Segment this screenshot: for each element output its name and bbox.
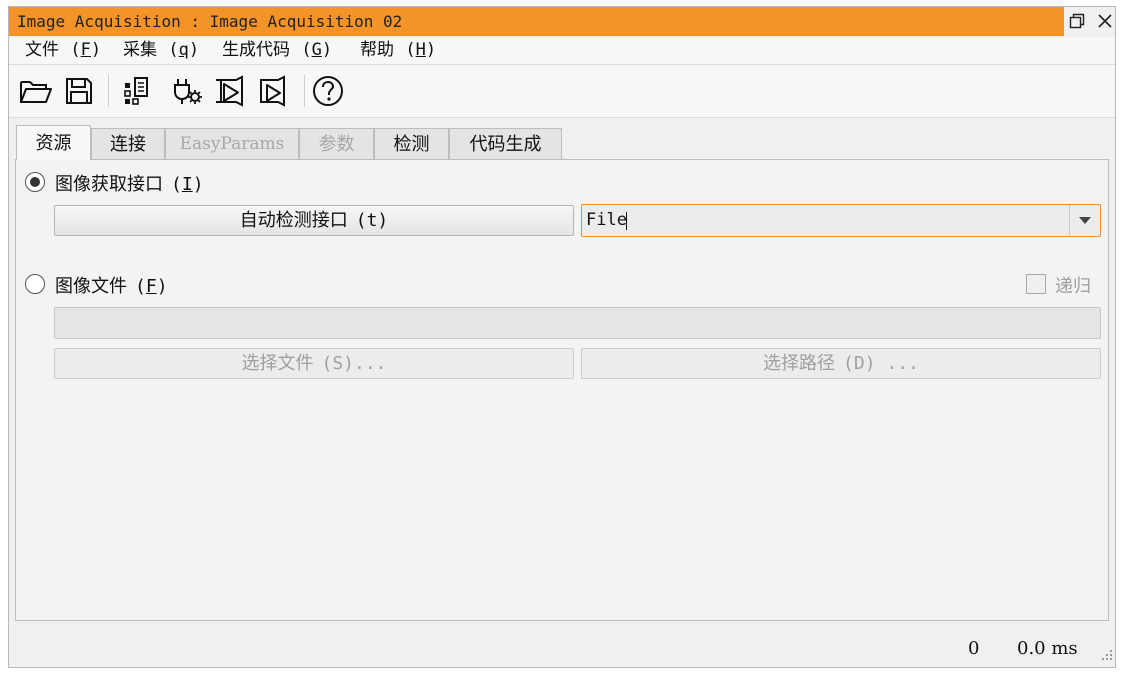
open-folder-icon[interactable] (16, 71, 56, 111)
toolbar-separator (304, 75, 305, 107)
text-caret (626, 212, 627, 230)
menu-file-mnemonic: (F) (70, 40, 102, 60)
image-file-radio[interactable] (25, 274, 45, 294)
menu-generate-code-mnemonic: (G) (301, 40, 333, 60)
restore-icon[interactable] (1064, 8, 1090, 34)
tab-easyparams: EasyParams (165, 128, 299, 159)
status-time: 0.0 ms (1017, 638, 1078, 659)
status-count: 0 (968, 638, 980, 659)
tab-connection[interactable]: 连接 (91, 128, 165, 159)
recursive-label: 递归 (1055, 276, 1091, 297)
menu-help-label: 帮助 (360, 40, 394, 60)
window-title: Image Acquisition : Image Acquisition 02 (9, 7, 1064, 36)
plugin-settings-icon[interactable] (167, 71, 207, 111)
menu-acquire-label: 采集 (123, 40, 157, 60)
menu-acquire[interactable]: 采集 (q) (123, 37, 199, 64)
save-icon[interactable] (59, 71, 99, 111)
toolbar (9, 65, 1115, 118)
menu-generate-code-label: 生成代码 (222, 40, 290, 60)
play-snapshot-icon[interactable] (211, 71, 251, 111)
tab-code-generation[interactable]: 代码生成 (449, 128, 562, 159)
interface-label: 图像获取接口 (I) (55, 174, 204, 195)
tab-inspect[interactable]: 检测 (374, 128, 449, 159)
record-snapshot-icon[interactable] (255, 71, 295, 111)
autodetect-interface-button[interactable]: 自动检测接口 (t) (54, 205, 574, 236)
chevron-down-icon[interactable] (1069, 205, 1100, 236)
menu-generate-code[interactable]: 生成代码 (G) (222, 37, 332, 64)
image-file-path-input (54, 307, 1101, 339)
interface-radio[interactable] (25, 172, 45, 192)
connection-list-icon[interactable] (115, 71, 155, 111)
menu-acquire-mnemonic: (q) (168, 40, 200, 60)
recursive-checkbox[interactable] (1026, 274, 1046, 294)
toolbar-separator (108, 75, 109, 107)
resize-grip-icon[interactable] (1098, 646, 1114, 666)
interface-combo-value: File (586, 210, 627, 230)
interface-combo[interactable]: File (581, 204, 1101, 237)
close-icon[interactable] (1092, 8, 1118, 34)
tab-source[interactable]: 资源 (16, 125, 91, 160)
help-icon[interactable] (308, 71, 348, 111)
select-file-button: 选择文件 (S)... (54, 348, 574, 379)
menu-help-mnemonic: (H) (405, 40, 437, 60)
image-file-label: 图像文件 (F) (55, 276, 168, 297)
menu-bar: 文件 (F) 采集 (q) 生成代码 (G) 帮助 (H) (9, 37, 1115, 65)
menu-file[interactable]: 文件 (F) (25, 37, 101, 64)
menu-help[interactable]: 帮助 (H) (360, 37, 436, 64)
select-path-button: 选择路径 (D) ... (581, 348, 1101, 379)
menu-file-label: 文件 (25, 40, 59, 60)
tab-parameters: 参数 (299, 128, 374, 159)
